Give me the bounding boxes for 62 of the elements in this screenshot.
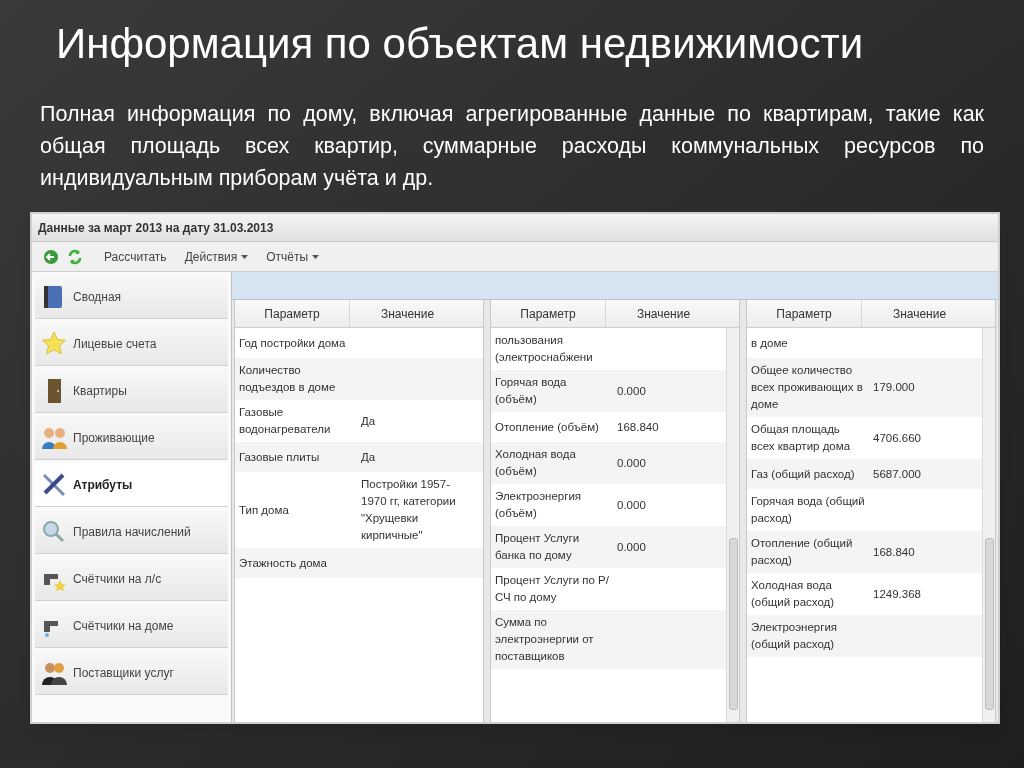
menu-button[interactable]: Действия: [176, 244, 257, 269]
table-cell-text: Год постройки дома: [238, 335, 347, 351]
table-cell-text: Этажность дома: [238, 555, 328, 571]
table-cell-text: 0.000: [616, 497, 647, 513]
table-cell-text: Количество подъездов в доме: [238, 363, 337, 395]
table-cell-text: Горячая вода (общий расход): [750, 494, 866, 526]
table-cell-text: Тип дома: [238, 502, 290, 518]
table-cell-text: Да: [360, 413, 377, 429]
table-cell-text: Холодная вода (общий расход): [750, 578, 836, 610]
table-cell-text: 0.000: [616, 455, 647, 471]
table-cell-text: Процент Услуги по Р/СЧ по дому: [494, 573, 610, 605]
sidebar-item[interactable]: Счётчики на доме: [35, 604, 228, 648]
sidebar-item[interactable]: Квартиры: [35, 369, 228, 413]
table-cell-text: 168.840: [616, 419, 660, 435]
star-icon: [41, 330, 67, 357]
caret-icon: [241, 254, 249, 259]
table-cell-text: Газовые водонагреватели: [238, 405, 332, 437]
table-cell-text: 1249.368: [872, 586, 922, 602]
column-header[interactable]: Значение: [606, 300, 721, 327]
magnifier-icon: [41, 518, 67, 545]
sidebar-item[interactable]: Проживающие: [35, 416, 228, 460]
column-header[interactable]: Параметр: [235, 300, 350, 327]
sidebar-item[interactable]: Сводная: [35, 275, 228, 319]
table-cell-text: Сумма по электроэнергии от поставщиков: [494, 615, 595, 664]
menu-button[interactable]: Отчёты: [258, 244, 328, 269]
sidebar-item[interactable]: Счётчики на л/с: [35, 557, 228, 601]
table-cell-text: Отопление (общий расход): [750, 536, 854, 568]
table-cell-text: Общая площадь всех квартир дома: [750, 422, 852, 454]
table-cell-text: Отопление (объём): [494, 419, 600, 435]
table-cell-text: 0.000: [616, 383, 647, 399]
table-cell-text: 5687.000: [872, 466, 922, 482]
table-cell-text: 179.000: [872, 380, 916, 395]
slide-title: Информация по объектам недвижимости: [56, 20, 865, 68]
sidebar-item[interactable]: Атрибуты: [35, 463, 228, 507]
table-cell-text: Процент Услуги банка по дому: [494, 531, 581, 563]
table-cell-text: пользования (электроснабжени: [494, 333, 594, 365]
table-cell-text: 4706.660: [872, 430, 922, 446]
table-cell-text: Горячая вода (объём): [494, 375, 568, 407]
column-header[interactable]: Параметр: [747, 300, 862, 327]
table-cell-text: Да: [360, 449, 377, 465]
table-cell-text: 0.000: [616, 539, 647, 555]
refresh-icon: [67, 248, 83, 265]
table-cell-text: Электроэнергия (объём): [494, 489, 583, 521]
window-title: Данные за март 2013 на дату 31.03.2013: [32, 214, 998, 242]
sidebar-item[interactable]: Поставщики услуг: [35, 651, 228, 695]
table-cell-text: в доме: [750, 335, 789, 351]
slide-description: Полная информация по дому, включая агрегированные данные по квартирам, такие как общая площадь всех квартир, суммарные расходы коммунальных ресурсов по индивидуальным приборам учёта и др.: [40, 101, 984, 192]
table-cell-text: Газовые плиты: [238, 449, 321, 465]
scrollbar[interactable]: [726, 328, 739, 722]
sidebar-item[interactable]: Правила начислений: [35, 510, 228, 554]
caret-icon: [312, 254, 320, 259]
table-cell-text: Холодная вода (объём): [494, 447, 577, 479]
column-header[interactable]: Параметр: [491, 300, 606, 327]
table-cell-text: Постройки 1957-1970 гг, категории "Хрущевки кирпичные": [360, 477, 457, 543]
column-header[interactable]: Значение: [350, 300, 465, 327]
scrollbar[interactable]: [982, 328, 995, 722]
table-cell-text: Газ (общий расход): [750, 466, 856, 482]
table-cell-text: Общее количество всех проживающих в доме: [750, 363, 864, 412]
table-cell-text: Электроэнергия (общий расход): [750, 620, 839, 652]
table-cell-text: 168.840: [872, 544, 916, 560]
column-header[interactable]: Значение: [862, 300, 977, 327]
toolbar-button[interactable]: Рассчитать: [96, 244, 175, 269]
